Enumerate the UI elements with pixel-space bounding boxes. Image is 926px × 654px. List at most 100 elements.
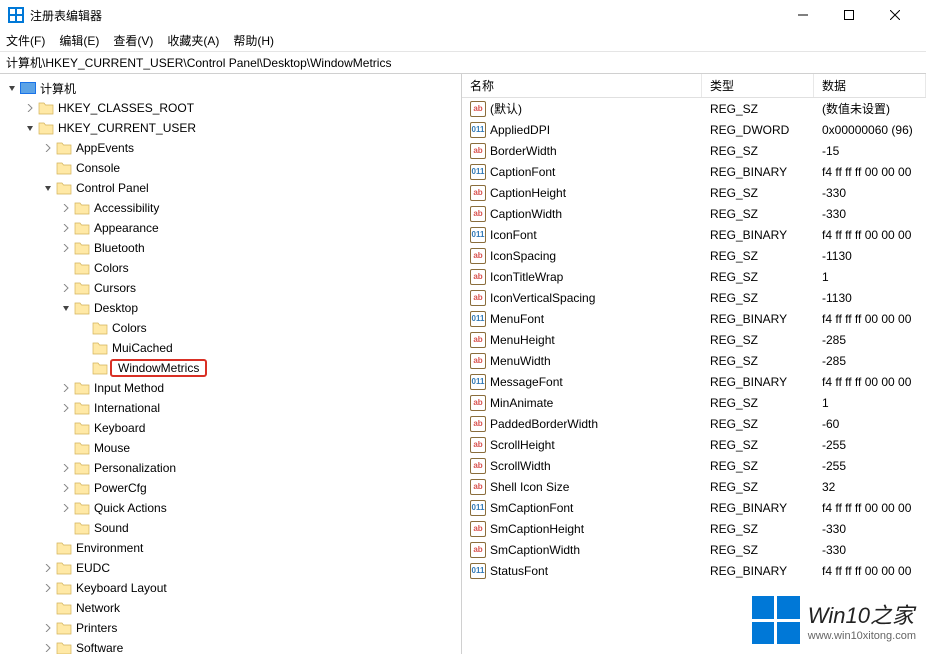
tree-item[interactable]: HKEY_CURRENT_USER xyxy=(0,118,461,138)
tree-item[interactable]: Keyboard xyxy=(0,418,461,438)
menu-edit[interactable]: 编辑(E) xyxy=(59,32,99,49)
menu-view[interactable]: 查看(V) xyxy=(113,32,153,49)
list-row[interactable]: 011MenuFontREG_BINARYf4 ff ff ff 00 00 0… xyxy=(462,308,926,329)
tree-item[interactable]: PowerCfg xyxy=(0,478,461,498)
tree-item[interactable]: EUDC xyxy=(0,558,461,578)
tree-item[interactable]: Desktop xyxy=(0,298,461,318)
tree-item[interactable]: Keyboard Layout xyxy=(0,578,461,598)
tree-item[interactable]: International xyxy=(0,398,461,418)
list-row[interactable]: abMenuWidthREG_SZ-285 xyxy=(462,350,926,371)
string-value-icon: ab xyxy=(470,290,486,306)
address-bar[interactable]: 计算机\HKEY_CURRENT_USER\Control Panel\Desk… xyxy=(0,52,926,74)
chevron-right-icon[interactable] xyxy=(42,582,54,594)
list-row[interactable]: abSmCaptionHeightREG_SZ-330 xyxy=(462,518,926,539)
chevron-right-icon[interactable] xyxy=(42,142,54,154)
list-row[interactable]: 011IconFontREG_BINARYf4 ff ff ff 00 00 0… xyxy=(462,224,926,245)
watermark-logo-icon xyxy=(752,596,800,644)
menu-file[interactable]: 文件(F) xyxy=(6,32,45,49)
list-panel[interactable]: 名称 类型 数据 ab(默认)REG_SZ(数值未设置)011AppliedDP… xyxy=(462,74,926,654)
maximize-button[interactable] xyxy=(826,0,872,30)
tree-item[interactable]: Printers xyxy=(0,618,461,638)
column-data[interactable]: 数据 xyxy=(814,74,926,97)
chevron-right-icon[interactable] xyxy=(60,462,72,474)
list-row[interactable]: abScrollHeightREG_SZ-255 xyxy=(462,434,926,455)
tree-item[interactable]: WindowMetrics xyxy=(0,358,461,378)
chevron-right-icon[interactable] xyxy=(60,282,72,294)
minimize-button[interactable] xyxy=(780,0,826,30)
value-type: REG_SZ xyxy=(702,102,814,116)
list-row[interactable]: abShell Icon SizeREG_SZ32 xyxy=(462,476,926,497)
list-row[interactable]: abMinAnimateREG_SZ1 xyxy=(462,392,926,413)
tree-item[interactable]: Environment xyxy=(0,538,461,558)
tree-item[interactable]: Network xyxy=(0,598,461,618)
chevron-right-icon[interactable] xyxy=(60,402,72,414)
watermark-url: www.win10xitong.com xyxy=(808,630,916,642)
tree-item[interactable]: Cursors xyxy=(0,278,461,298)
tree-item[interactable]: Control Panel xyxy=(0,178,461,198)
list-row[interactable]: ab(默认)REG_SZ(数值未设置) xyxy=(462,98,926,119)
string-value-icon: ab xyxy=(470,458,486,474)
tree-item-label: Keyboard Layout xyxy=(76,581,167,595)
chevron-right-icon[interactable] xyxy=(60,382,72,394)
list-row[interactable]: abPaddedBorderWidthREG_SZ-60 xyxy=(462,413,926,434)
list-row[interactable]: abCaptionWidthREG_SZ-330 xyxy=(462,203,926,224)
list-row[interactable]: abCaptionHeightREG_SZ-330 xyxy=(462,182,926,203)
tree-item[interactable]: MuiCached xyxy=(0,338,461,358)
list-row[interactable]: 011MessageFontREG_BINARYf4 ff ff ff 00 0… xyxy=(462,371,926,392)
list-row[interactable]: abIconTitleWrapREG_SZ1 xyxy=(462,266,926,287)
tree-panel[interactable]: 计算机HKEY_CLASSES_ROOTHKEY_CURRENT_USERApp… xyxy=(0,74,462,654)
value-name: CaptionFont xyxy=(490,165,555,179)
tree-item[interactable]: Colors xyxy=(0,258,461,278)
tree-item-label: PowerCfg xyxy=(94,481,147,495)
list-row[interactable]: 011CaptionFontREG_BINARYf4 ff ff ff 00 0… xyxy=(462,161,926,182)
watermark: Win10之家 www.win10xitong.com xyxy=(752,596,916,644)
tree-item[interactable]: Mouse xyxy=(0,438,461,458)
chevron-right-icon[interactable] xyxy=(60,202,72,214)
chevron-right-icon[interactable] xyxy=(60,502,72,514)
chevron-right-icon[interactable] xyxy=(42,622,54,634)
tree-item[interactable]: Personalization xyxy=(0,458,461,478)
tree-item[interactable]: Software xyxy=(0,638,461,654)
tree-item[interactable]: 计算机 xyxy=(0,78,461,98)
tree-item[interactable]: Sound xyxy=(0,518,461,538)
close-button[interactable] xyxy=(872,0,918,30)
list-row[interactable]: abSmCaptionWidthREG_SZ-330 xyxy=(462,539,926,560)
chevron-down-icon[interactable] xyxy=(42,182,54,194)
menu-favorites[interactable]: 收藏夹(A) xyxy=(167,32,219,49)
chevron-right-icon[interactable] xyxy=(60,222,72,234)
tree-item[interactable]: Appearance xyxy=(0,218,461,238)
tree-item[interactable]: Input Method xyxy=(0,378,461,398)
list-row[interactable]: abIconSpacingREG_SZ-1130 xyxy=(462,245,926,266)
list-row[interactable]: 011SmCaptionFontREG_BINARYf4 ff ff ff 00… xyxy=(462,497,926,518)
chevron-right-icon[interactable] xyxy=(60,242,72,254)
tree-item[interactable]: Console xyxy=(0,158,461,178)
tree-item[interactable]: Quick Actions xyxy=(0,498,461,518)
tree-item[interactable]: Accessibility xyxy=(0,198,461,218)
tree-item[interactable]: HKEY_CLASSES_ROOT xyxy=(0,98,461,118)
chevron-right-icon[interactable] xyxy=(60,482,72,494)
list-row[interactable]: abScrollWidthREG_SZ-255 xyxy=(462,455,926,476)
column-type[interactable]: 类型 xyxy=(702,74,814,97)
value-name: SmCaptionFont xyxy=(490,501,573,515)
value-name: BorderWidth xyxy=(490,144,557,158)
list-row[interactable]: 011AppliedDPIREG_DWORD0x00000060 (96) xyxy=(462,119,926,140)
chevron-down-icon[interactable] xyxy=(6,82,18,94)
chevron-right-icon[interactable] xyxy=(42,642,54,654)
menu-help[interactable]: 帮助(H) xyxy=(233,32,274,49)
list-row[interactable]: 011StatusFontREG_BINARYf4 ff ff ff 00 00… xyxy=(462,560,926,581)
list-row[interactable]: abIconVerticalSpacingREG_SZ-1130 xyxy=(462,287,926,308)
list-row[interactable]: abMenuHeightREG_SZ-285 xyxy=(462,329,926,350)
value-type: REG_SZ xyxy=(702,438,814,452)
chevron-down-icon[interactable] xyxy=(60,302,72,314)
column-name[interactable]: 名称 xyxy=(462,74,702,97)
chevron-down-icon[interactable] xyxy=(24,122,36,134)
value-data: 32 xyxy=(814,480,926,494)
tree-item[interactable]: Bluetooth xyxy=(0,238,461,258)
chevron-right-icon[interactable] xyxy=(42,562,54,574)
value-type: REG_BINARY xyxy=(702,375,814,389)
tree-item[interactable]: Colors xyxy=(0,318,461,338)
chevron-right-icon[interactable] xyxy=(24,102,36,114)
tree-item-label: Console xyxy=(76,161,120,175)
list-row[interactable]: abBorderWidthREG_SZ-15 xyxy=(462,140,926,161)
tree-item[interactable]: AppEvents xyxy=(0,138,461,158)
